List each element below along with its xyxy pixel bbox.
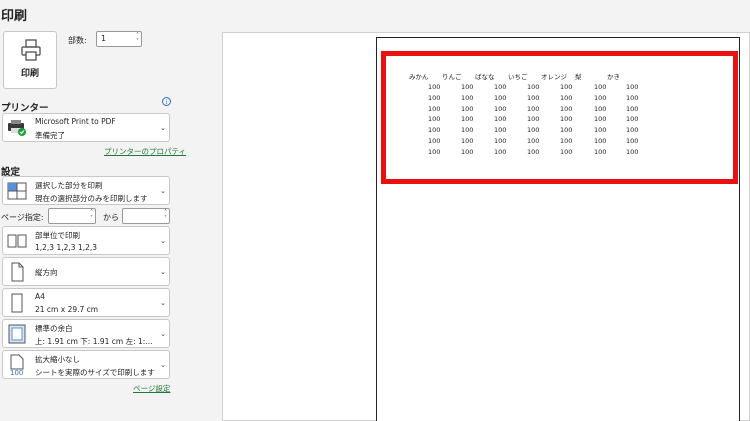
- chevron-down-icon: ⌄: [160, 237, 166, 245]
- copies-label: 部数:: [68, 36, 87, 45]
- printer-name: Microsoft Print to PDF: [35, 117, 116, 126]
- svg-text:100: 100: [10, 369, 23, 376]
- printer-section-label: プリンター: [1, 103, 49, 114]
- print-button-label: 印刷: [20, 69, 39, 79]
- print-settings-panel: 印刷 印刷 部数: 1 ˄ ˅ プリンター i Microsoft Print t…: [0, 0, 202, 421]
- margins-icon: [7, 324, 27, 348]
- chevron-down-icon: ⌄: [160, 330, 166, 338]
- copies-value: 1: [101, 34, 107, 43]
- pages-to-input[interactable]: ˄ ˅: [122, 208, 170, 224]
- chevron-down-icon: ⌄: [160, 268, 166, 276]
- collate-title: 部単位で印刷: [35, 231, 80, 240]
- printer-icon: [21, 39, 41, 61]
- selection-grid-icon: [7, 182, 27, 204]
- collate-icon: [7, 232, 27, 254]
- margins-desc: 上: 1.91 cm 下: 1.91 cm 左: 1:...: [35, 337, 153, 346]
- chevron-down-icon: ⌄: [160, 299, 166, 307]
- info-icon[interactable]: i: [162, 97, 171, 106]
- chevron-down-icon: ⌄: [160, 124, 166, 132]
- paper-icon: [7, 293, 27, 317]
- orientation-title: 縦方向: [35, 268, 58, 277]
- spin-arrows-icon[interactable]: ˄ ˅: [136, 33, 139, 45]
- margins-dropdown[interactable]: 標準の余白 上: 1.91 cm 下: 1.91 cm 左: 1:... ⌄: [2, 319, 170, 348]
- paper-size-title: A4: [35, 292, 45, 301]
- print-scope-desc: 現在の選択部分のみを印刷します: [35, 194, 148, 203]
- page-title: 印刷: [1, 9, 28, 24]
- paper-size-desc: 21 cm x 29.7 cm: [35, 305, 99, 314]
- collate-dropdown[interactable]: 部単位で印刷 1,2,3 1,2,3 1,2,3 ⌄: [2, 226, 170, 255]
- printer-properties-link[interactable]: プリンターのプロパティ: [104, 146, 186, 157]
- pages-to-label: から: [103, 213, 119, 222]
- pages-label: ページ指定:: [1, 213, 44, 222]
- print-button[interactable]: 印刷: [3, 31, 57, 89]
- chevron-down-icon: ⌄: [160, 187, 166, 195]
- spin-arrows-icon[interactable]: ˄ ˅: [90, 210, 93, 222]
- printer-ready-icon: [7, 119, 27, 141]
- margins-title: 標準の余白: [35, 324, 73, 333]
- scaling-dropdown[interactable]: 100 拡大縮小なし シートを実際のサイズで印刷します ⌄: [2, 350, 170, 379]
- spin-arrows-icon[interactable]: ˄ ˅: [164, 210, 167, 222]
- collate-desc: 1,2,3 1,2,3 1,2,3: [35, 243, 98, 252]
- page-setup-link[interactable]: ページ設定: [133, 383, 170, 394]
- highlight-box: [381, 51, 738, 184]
- scaling-title: 拡大縮小なし: [35, 355, 80, 364]
- scaling-desc: シートを実際のサイズで印刷します: [35, 368, 155, 377]
- copies-stepper[interactable]: 1 ˄ ˅: [96, 31, 142, 47]
- paper-size-dropdown[interactable]: A4 21 cm x 29.7 cm ⌄: [2, 288, 170, 317]
- orientation-dropdown[interactable]: 縦方向 ⌄: [2, 257, 170, 286]
- scaling-icon: 100: [7, 354, 27, 380]
- portrait-page-icon: [7, 262, 27, 286]
- printer-dropdown[interactable]: Microsoft Print to PDF 準備完了 ⌄: [2, 113, 170, 142]
- print-scope-dropdown[interactable]: 選択した部分を印刷 現在の選択部分のみを印刷します ⌄: [2, 176, 170, 205]
- chevron-down-icon: ⌄: [160, 361, 166, 369]
- print-scope-title: 選択した部分を印刷: [35, 181, 103, 190]
- printer-status: 準備完了: [35, 131, 65, 140]
- pages-from-input[interactable]: ˄ ˅: [48, 208, 96, 224]
